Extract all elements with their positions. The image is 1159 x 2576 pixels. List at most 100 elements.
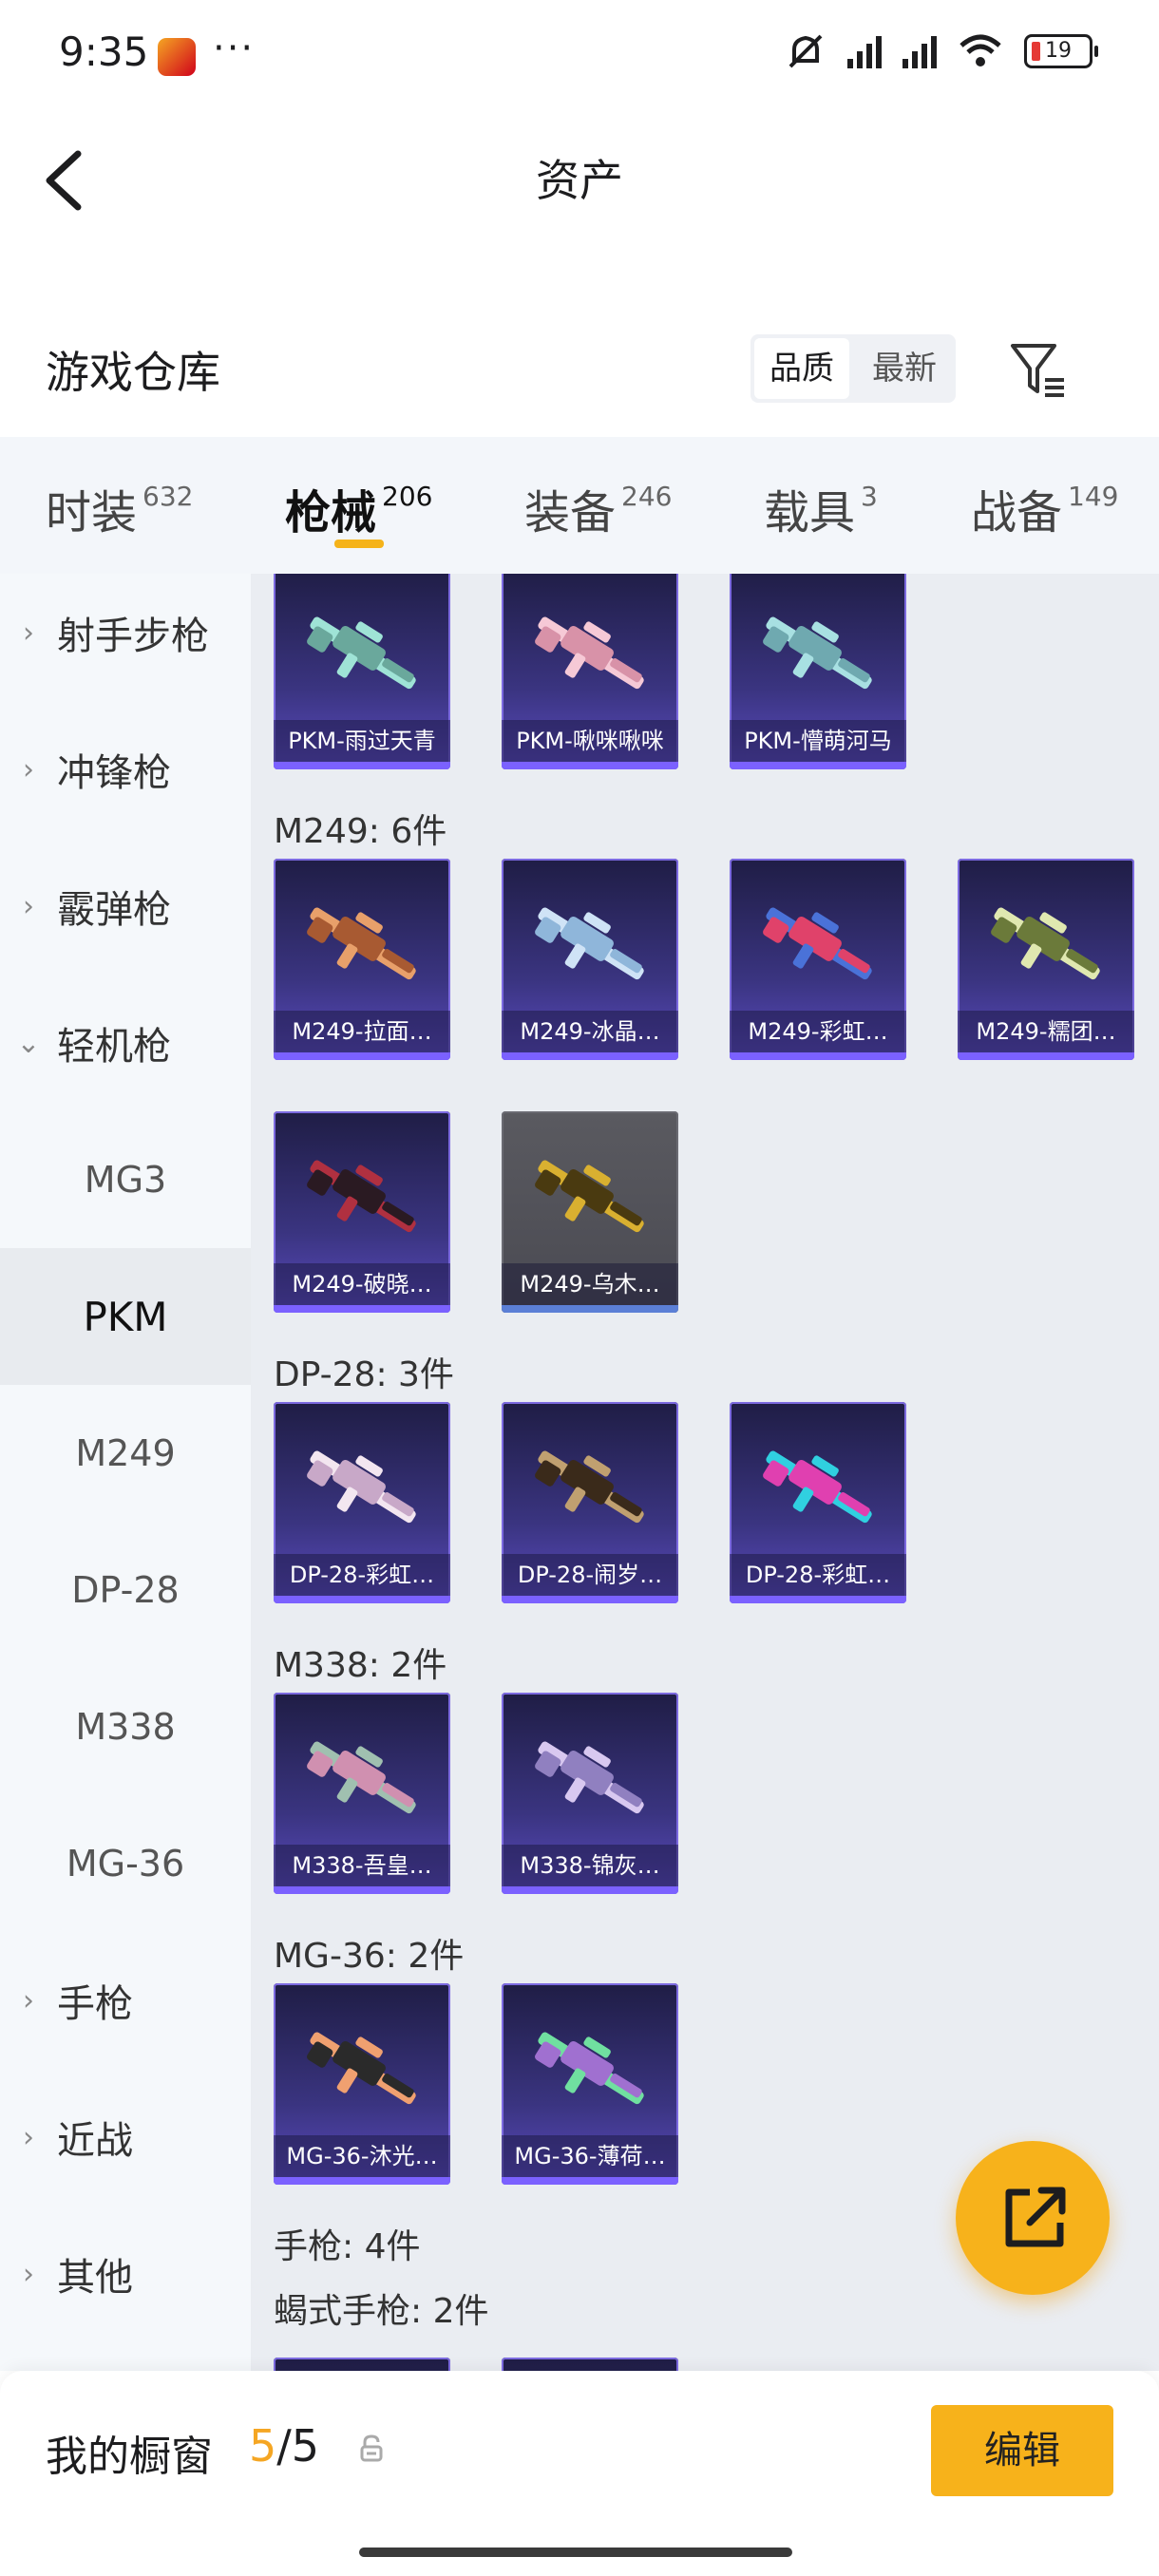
weapon-card[interactable]: MG-36-薄荷… [502,1983,678,2185]
weapon-name: M338-锦灰… [502,1845,678,1886]
tab-firearms[interactable]: 枪械 206 [285,475,432,541]
edit-button[interactable]: 编辑 [931,2405,1113,2496]
chevron-right-icon: › [23,1983,34,2017]
weapon-card[interactable]: M249-冰晶… [502,859,678,1060]
weapon-card[interactable]: M249-糯团… [958,859,1134,1060]
rarity-bar [502,1052,678,1060]
rarity-bar [274,2177,450,2185]
status-time: 9:35 [59,28,149,75]
mute-icon [788,34,823,68]
chevron-right-icon: › [23,616,34,650]
category-tabs: 时装 632 枪械 206 装备 246 载具 3 战备 149 [0,437,1159,574]
more-notifications-icon: ··· [213,27,256,70]
weapon-card[interactable]: DP-28-闹岁… [502,1402,678,1603]
rarity-bar [274,1596,450,1603]
weapon-name: MG-36-薄荷… [502,2135,678,2177]
sidebar-item[interactable]: › 其他 [0,2206,251,2342]
status-bar: 9:35 ··· 19 [0,0,1159,114]
share-button[interactable] [956,2141,1110,2295]
weapon-image [763,907,872,980]
weapon-image [763,616,872,690]
group-title: M338: 2件 [274,1646,447,1685]
group-title: 手枪: 4件 [274,2227,421,2266]
tab-fashion[interactable]: 时装 632 [46,475,193,541]
sidebar-item[interactable]: PKM [0,1248,251,1385]
group-title: DP-28: 3件 [274,1355,454,1394]
weapon-card[interactable] [274,2358,450,2371]
weapon-card[interactable]: M249-乌木… [502,1111,678,1313]
sidebar-item[interactable]: MG3 [0,1111,251,1248]
weapon-name: M249-糯团… [958,1011,1134,1052]
weapon-card[interactable]: PKM-啾咪啾咪 [502,574,678,769]
rarity-bar [958,1052,1134,1060]
weapon-name: MG-36-沐光… [274,2135,450,2177]
weapon-name: DP-28-彩虹… [730,1554,906,1596]
rarity-bar [274,1886,450,1894]
tab-supplies[interactable]: 战备 149 [971,475,1118,541]
sort-toggle: 品质 最新 [750,334,956,403]
sidebar-item[interactable]: › 手枪 [0,1932,251,2069]
tab-equipment[interactable]: 装备 246 [524,475,672,541]
weapon-image [307,1450,416,1524]
weapon-image [991,907,1100,980]
sidebar-item[interactable]: MG-36 [0,1795,251,1932]
weapon-image [307,1741,416,1814]
page-title: 资产 [536,155,623,206]
sidebar-item[interactable]: › 近战 [0,2069,251,2206]
sidebar-item[interactable]: DP-28 [0,1522,251,1658]
signal-icon [847,34,882,68]
chevron-right-icon: › [23,889,34,923]
home-indicator[interactable] [359,2548,792,2557]
battery-icon: 19 [1024,34,1098,68]
sort-newest-button[interactable]: 最新 [857,338,952,399]
chevron-right-icon: › [23,2257,34,2291]
sort-quality-button[interactable]: 品质 [754,338,849,399]
weapon-card[interactable]: M338-锦灰… [502,1693,678,1894]
sidebar-item[interactable]: › 冲锋枪 [0,701,251,838]
weapon-name: M249-拉面… [274,1011,450,1052]
weapon-card[interactable]: M338-吾皇… [274,1693,450,1894]
sidebar-item-label: 霰弹枪 [57,888,171,932]
group-title: MG-36: 2件 [274,1937,465,1976]
weapon-name: DP-28-闹岁… [502,1554,678,1596]
sidebar-item[interactable]: M338 [0,1658,251,1795]
weapon-card[interactable] [502,2358,678,2371]
weapon-image [307,907,416,980]
weapon-card[interactable]: M249-破晓… [274,1111,450,1313]
chevron-right-icon: › [23,752,34,786]
weapon-image [535,616,644,690]
weapon-image [763,1450,872,1524]
chevron-down-icon: ⌄ [16,1026,41,1060]
weapon-card[interactable]: M249-彩虹… [730,859,906,1060]
filter-button[interactable] [1007,338,1070,401]
lock-icon [359,2434,384,2466]
weapon-card[interactable]: M249-拉面… [274,859,450,1060]
rarity-bar [730,762,906,769]
weapon-card[interactable]: DP-28-彩虹… [274,1402,450,1603]
sidebar-item[interactable]: › 射手步枪 [0,564,251,701]
weapon-name: M249-破晓… [274,1263,450,1305]
weapon-card[interactable]: DP-28-彩虹… [730,1402,906,1603]
showcase-count: 5/5 [249,2420,320,2472]
weapon-name: PKM-雨过天青 [274,720,450,762]
sidebar-item[interactable]: › 霰弹枪 [0,838,251,975]
weapon-card[interactable]: MG-36-沐光… [274,1983,450,2185]
rarity-bar [274,762,450,769]
showcase-footer: 我的橱窗 5/5 编辑 [0,2371,1159,2576]
sidebar-item[interactable]: ⌄ 轻机枪 [0,975,251,1111]
sidebar-item-label: MG3 [84,1159,167,1201]
weapon-card[interactable]: PKM-懵萌河马 [730,574,906,769]
weapon-image [535,1160,644,1233]
weapon-image [535,2032,644,2105]
battery-level: 19 [1045,39,1072,63]
tab-vehicles[interactable]: 载具 3 [764,475,878,541]
signal-icon [902,34,937,68]
sidebar-item-label: 轻机枪 [57,1025,171,1069]
weapon-card[interactable]: PKM-雨过天青 [274,574,450,769]
sidebar-item[interactable]: M249 [0,1385,251,1522]
rarity-bar [730,1052,906,1060]
sidebar-item-label: 手枪 [57,1982,133,2026]
share-icon [1005,2187,1066,2247]
sidebar-item-label: M249 [75,1432,176,1474]
weapon-image [535,1450,644,1524]
